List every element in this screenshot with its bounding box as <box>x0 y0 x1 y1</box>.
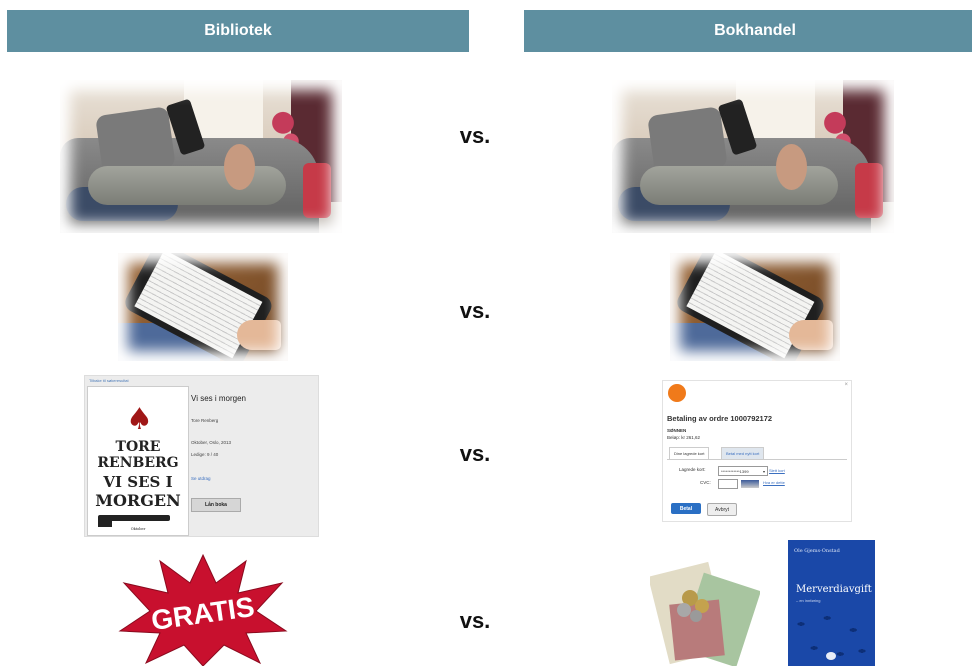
payment-product: SØNNEN <box>667 428 687 433</box>
tablet-closeup-photo-right <box>670 253 840 361</box>
couch-reading-photo-left <box>60 80 342 233</box>
payment-amount: Beløp: kr 261,62 <box>667 435 701 440</box>
header-bibliotek: Bibliotek <box>7 10 469 52</box>
loan-book-title: Vi ses i morgen <box>191 394 246 403</box>
money-photo <box>650 561 760 666</box>
spade-icon: ♠ <box>126 402 153 437</box>
book-author: Ole Gjems-Onstad <box>794 548 840 554</box>
excerpt-link[interactable]: Se utdrag <box>191 476 211 481</box>
book-subtitle: – en innføring <box>796 598 821 603</box>
loan-book-availability: Ledige: 9 / 40 <box>191 452 219 457</box>
tab-new-card[interactable]: Betal med nytt kort <box>721 447 765 459</box>
payment-title: Betaling av ordre 1000792172 <box>667 414 773 423</box>
header-bokhandel: Bokhandel <box>524 10 972 52</box>
vs-label-4: vs. <box>459 608 491 633</box>
shotgun-icon <box>98 515 170 527</box>
cover-line-4: MORGEN <box>95 491 181 510</box>
couch-reading-photo-right <box>612 80 894 233</box>
chevron-down-icon: ▾ <box>762 468 765 474</box>
header-bibliotek-label: Bibliotek <box>204 22 272 39</box>
library-loan-panel: Tilbake til søkeresultat ♠ TORE RENBERG … <box>84 375 319 537</box>
publisher-logo-icon <box>826 652 836 660</box>
cover-publisher: Oktober <box>130 527 146 531</box>
card-icon <box>741 480 759 488</box>
gratis-starburst: GRATIS <box>118 553 288 666</box>
delete-card-link[interactable]: Slett kort <box>769 468 785 473</box>
saved-card-value: ************1399 <box>721 468 749 474</box>
vs-label-1: vs. <box>459 123 491 148</box>
book-title: Merverdiavgift <box>796 584 872 595</box>
tab-saved-cards[interactable]: Dine lagrede kort <box>669 447 710 459</box>
vs-label-2: vs. <box>459 298 491 323</box>
saved-card-label: Lagrede kort: <box>679 467 706 472</box>
saved-card-select[interactable]: ************1399 ▾ <box>718 466 768 476</box>
tablet-closeup-photo-left <box>118 253 288 361</box>
header-bokhandel-label: Bokhandel <box>714 22 796 39</box>
back-to-results-link[interactable]: Tilbake til søkeresultat <box>89 378 129 383</box>
book-cover-vi-ses-i-morgen: ♠ TORE RENBERG VI SES I MORGEN Oktober <box>87 386 189 536</box>
cover-line-1: TORE <box>115 439 161 455</box>
close-icon[interactable]: × <box>844 382 848 388</box>
vs-label-3: vs. <box>459 441 491 466</box>
pay-button[interactable]: Betal <box>671 503 701 514</box>
loan-book-publication: Oktober, Oslo, 2013 <box>191 440 232 445</box>
loan-book-button[interactable]: Lån boka <box>191 498 241 512</box>
coin-4 <box>690 610 702 622</box>
coin-3 <box>677 603 691 617</box>
payment-panel: × Betaling av ordre 1000792172 SØNNEN Be… <box>662 380 852 522</box>
cover-line-2: RENBERG <box>97 455 179 471</box>
cvc-input[interactable] <box>718 479 738 489</box>
payment-tabs: Dine lagrede kort Betal med nytt kort <box>667 445 847 460</box>
book-cover-merverdiavgift: Ole Gjems-Onstad Merverdiavgift – en inn… <box>788 540 875 666</box>
cvc-label: CVC: <box>700 480 711 485</box>
store-logo-icon <box>668 384 686 402</box>
cancel-button[interactable]: Avbryt <box>707 503 737 516</box>
cover-line-3: VI SES I <box>103 473 173 491</box>
cvc-help-link[interactable]: Hva er dette <box>763 480 785 485</box>
loan-book-author: Tore Renberg <box>191 418 219 423</box>
